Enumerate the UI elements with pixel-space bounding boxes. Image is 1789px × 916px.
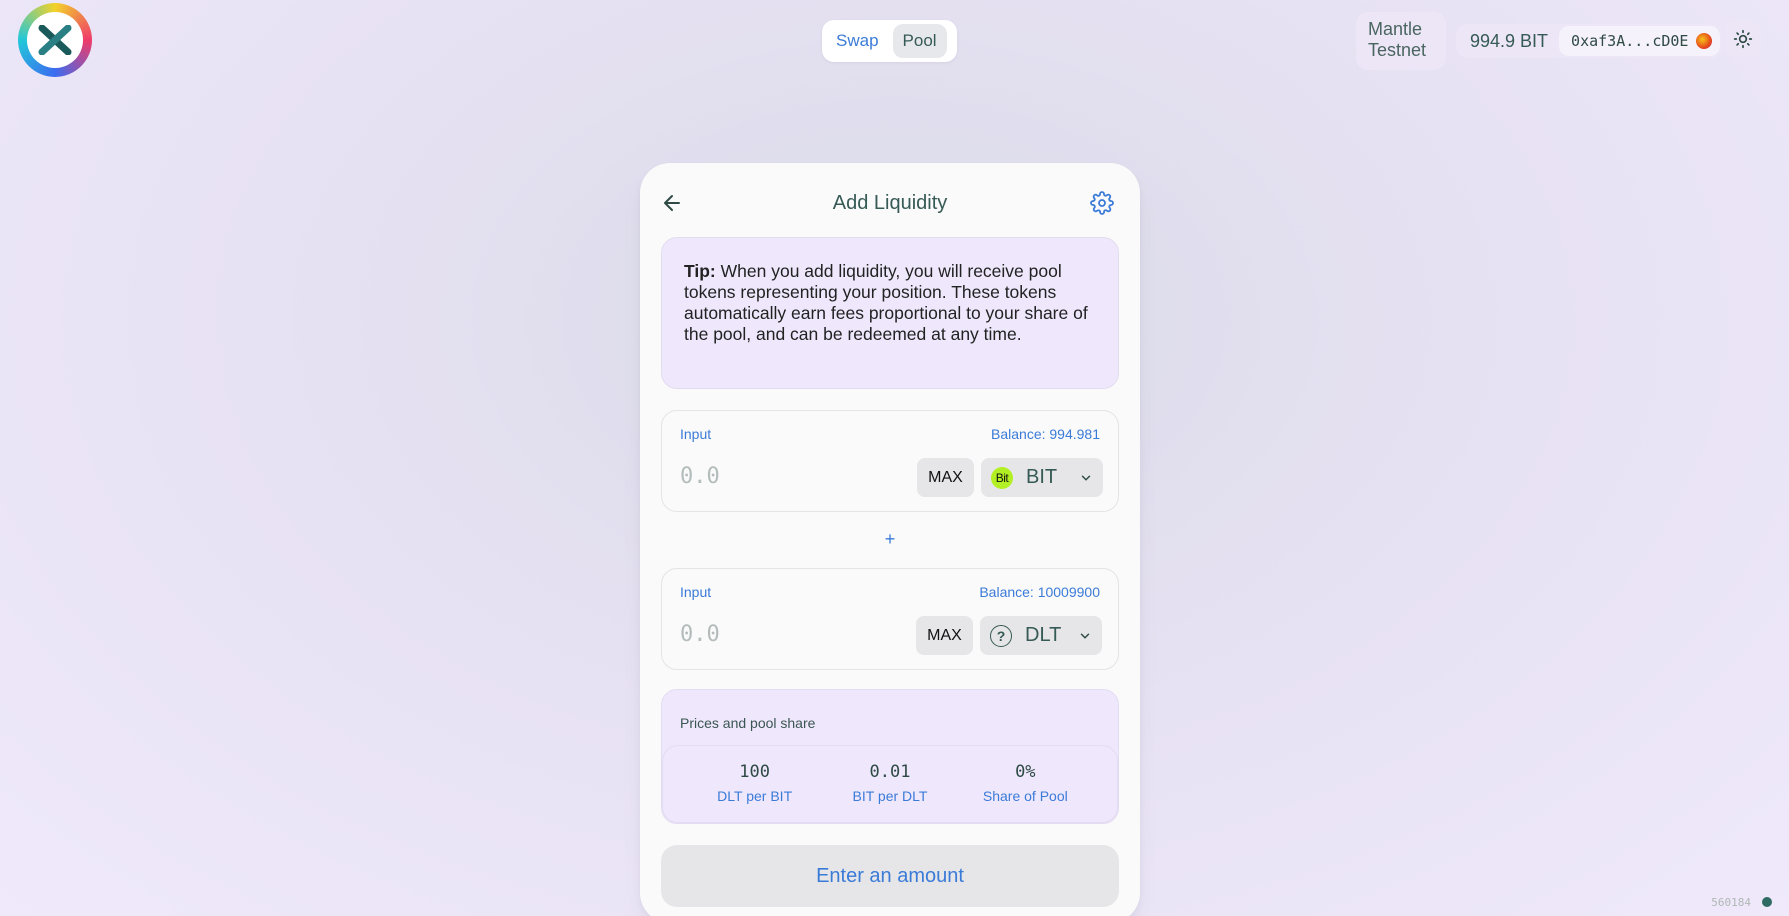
price-bit-per-dlt: 0.01 BIT per DLT [830, 762, 950, 822]
tip-box: Tip: When you add liquidity, you will re… [661, 237, 1119, 389]
account-button[interactable]: 0xaf3A...cD0E [1559, 26, 1721, 56]
tip-text: When you add liquidity, you will receive… [684, 261, 1088, 344]
price-label: Share of Pool [982, 788, 1068, 804]
token-input-panel-2: Input Balance: 10009900 MAX ? DLT [661, 568, 1119, 670]
price-value: 100 [739, 762, 771, 782]
nav-pool-tab[interactable]: Pool [892, 24, 947, 58]
prices-and-pool-share: Prices and pool share 100 DLT per BIT 0.… [661, 689, 1119, 824]
theme-toggle-button[interactable] [1725, 21, 1761, 57]
block-status-icon [1762, 897, 1772, 907]
token-selector-dlt[interactable]: ? DLT [980, 616, 1102, 655]
token-symbol: BIT [1026, 466, 1058, 488]
add-liquidity-card: Add Liquidity Tip: When you add liquidit… [640, 163, 1140, 916]
wallet-balance: 994.9 BIT [1470, 30, 1549, 51]
input-label: Input [680, 584, 712, 600]
card-header: Add Liquidity [640, 183, 1140, 225]
price-label: DLT per BIT [717, 788, 793, 804]
token-balance[interactable]: Balance: 10009900 [979, 584, 1100, 600]
chevron-down-icon [1080, 633, 1090, 639]
token-input-panel-1: Input Balance: 994.981 MAX Bit BIT [661, 410, 1119, 512]
logo-x-icon [27, 12, 83, 68]
gear-icon[interactable] [1090, 191, 1114, 215]
wallet-info: 994.9 BIT 0xaf3A...cD0E [1456, 24, 1724, 58]
app-logo[interactable] [18, 3, 92, 77]
token-selector-bit[interactable]: Bit BIT [981, 458, 1103, 497]
price-label: BIT per DLT [852, 788, 928, 804]
pool-share: 0% Share of Pool [965, 762, 1085, 822]
token-balance[interactable]: Balance: 994.981 [991, 426, 1100, 442]
tip-label: Tip: [684, 261, 716, 281]
amount-input-2[interactable] [680, 619, 880, 649]
sun-icon [1733, 29, 1753, 49]
block-number: 560184 [1711, 896, 1751, 909]
max-button[interactable]: MAX [916, 616, 973, 655]
plus-icon: + [884, 529, 896, 549]
price-value: 0% [1015, 762, 1036, 782]
main-nav: Swap Pool [822, 20, 957, 62]
token-symbol: DLT [1025, 624, 1062, 646]
account-avatar-icon [1696, 33, 1713, 49]
amount-input-1[interactable] [680, 461, 880, 491]
price-value: 0.01 [869, 762, 911, 782]
input-label: Input [680, 426, 712, 442]
bit-token-icon: Bit [991, 466, 1013, 489]
chevron-down-icon [1081, 475, 1091, 481]
prices-values: 100 DLT per BIT 0.01 BIT per DLT 0% Shar… [662, 745, 1118, 823]
nav-swap-tab[interactable]: Swap [826, 24, 889, 58]
enter-amount-button[interactable]: Enter an amount [661, 845, 1119, 907]
prices-title: Prices and pool share [680, 715, 816, 731]
max-button[interactable]: MAX [917, 458, 974, 497]
card-title: Add Liquidity [832, 192, 948, 214]
question-mark-icon: ? [990, 624, 1012, 647]
price-dlt-per-bit: 100 DLT per BIT [695, 762, 815, 822]
network-selector[interactable]: Mantle Testnet [1356, 12, 1446, 70]
account-address: 0xaf3A...cD0E [1571, 32, 1689, 50]
